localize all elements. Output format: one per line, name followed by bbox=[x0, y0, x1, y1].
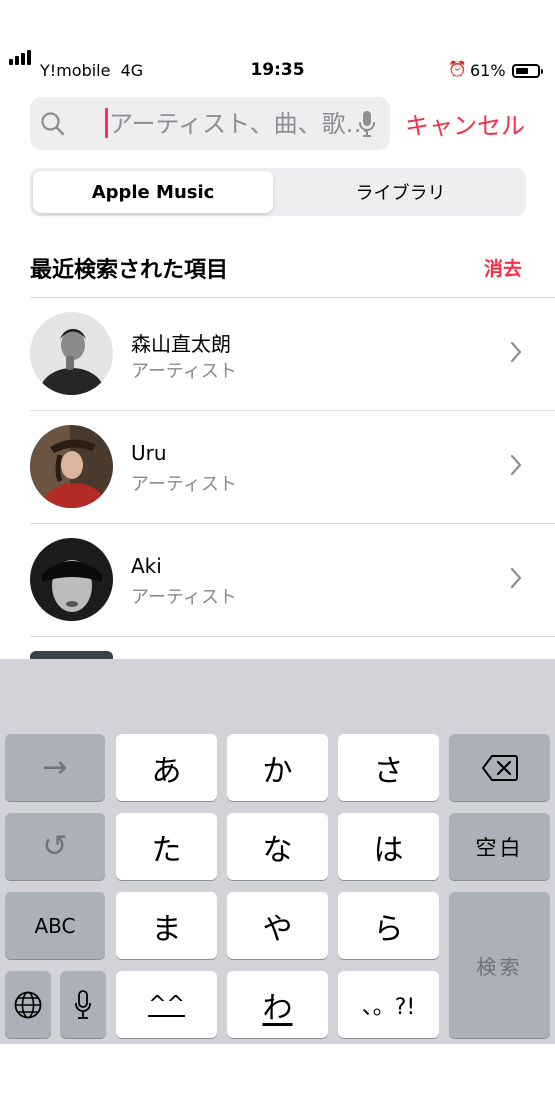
search-scope-segmented-control: Apple Music ライブラリ bbox=[30, 168, 526, 216]
abc-key[interactable]: ABC bbox=[5, 892, 105, 959]
chevron-right-icon bbox=[510, 454, 522, 476]
globe-icon bbox=[14, 991, 42, 1018]
key-ta[interactable]: た bbox=[116, 813, 217, 880]
key-sa[interactable]: さ bbox=[338, 734, 439, 801]
recent-item[interactable]: Aki アーティスト bbox=[0, 523, 555, 635]
item-type: アーティスト bbox=[131, 361, 237, 382]
divider bbox=[30, 410, 555, 411]
clear-recent-button[interactable]: 消去 bbox=[484, 254, 522, 281]
key-ma[interactable]: ま bbox=[116, 892, 217, 959]
key-ya[interactable]: や bbox=[227, 892, 328, 959]
delete-icon bbox=[481, 754, 518, 781]
dictation-key[interactable] bbox=[60, 971, 106, 1038]
artist-avatar bbox=[30, 425, 113, 508]
artist-avatar bbox=[30, 312, 113, 395]
battery-icon bbox=[512, 64, 543, 78]
emoticon-key[interactable]: ^^ bbox=[116, 971, 217, 1038]
segment-library[interactable]: ライブラリ bbox=[278, 171, 523, 213]
microphone-icon bbox=[75, 989, 91, 1019]
globe-key[interactable] bbox=[5, 971, 51, 1038]
punctuation-key[interactable]: 、。?! bbox=[338, 971, 439, 1038]
artist-name: 森山直太朗 bbox=[131, 332, 231, 356]
text-cursor bbox=[105, 108, 108, 138]
divider bbox=[30, 636, 555, 637]
chevron-right-icon bbox=[510, 567, 522, 589]
alarm-icon: ⏰ bbox=[448, 60, 467, 78]
cancel-button[interactable]: キャンセル bbox=[405, 106, 525, 141]
key-ra[interactable]: ら bbox=[338, 892, 439, 959]
item-type: アーティスト bbox=[131, 587, 237, 608]
artist-name: Aki bbox=[131, 554, 162, 578]
artist-avatar bbox=[30, 538, 113, 621]
key-ka[interactable]: か bbox=[227, 734, 328, 801]
divider bbox=[30, 297, 555, 298]
divider bbox=[30, 523, 555, 524]
artist-name: Uru bbox=[131, 441, 167, 465]
key-na[interactable]: な bbox=[227, 813, 328, 880]
battery-percent: 61% bbox=[470, 61, 506, 80]
key-wa[interactable]: わ bbox=[227, 971, 328, 1038]
status-bar: Y!mobile 4G 19:35 ⏰ 61% bbox=[0, 50, 555, 86]
segment-apple-music[interactable]: Apple Music bbox=[33, 171, 273, 213]
delete-key[interactable] bbox=[449, 734, 550, 801]
search-icon bbox=[41, 112, 65, 136]
next-candidate-key[interactable]: → bbox=[5, 734, 105, 801]
japanese-kana-keyboard: → あ か さ ↺ た な は 空白 ABC ま や ら 検索 ^^ わ 、。?… bbox=[0, 659, 555, 1044]
key-a[interactable]: あ bbox=[116, 734, 217, 801]
search-field[interactable] bbox=[30, 97, 390, 150]
chevron-right-icon bbox=[510, 341, 522, 363]
item-type: アーティスト bbox=[131, 474, 237, 495]
undo-key[interactable]: ↺ bbox=[5, 813, 105, 880]
recent-searches-title: 最近検索された項目 bbox=[30, 258, 229, 283]
search-input[interactable] bbox=[109, 97, 374, 150]
search-key[interactable]: 検索 bbox=[449, 892, 550, 1038]
recent-item[interactable]: Uru アーティスト bbox=[0, 410, 555, 522]
space-key[interactable]: 空白 bbox=[449, 813, 550, 880]
key-ha[interactable]: は bbox=[338, 813, 439, 880]
recent-item[interactable]: 森山直太朗 アーティスト bbox=[0, 297, 555, 409]
microphone-icon[interactable] bbox=[358, 110, 376, 138]
